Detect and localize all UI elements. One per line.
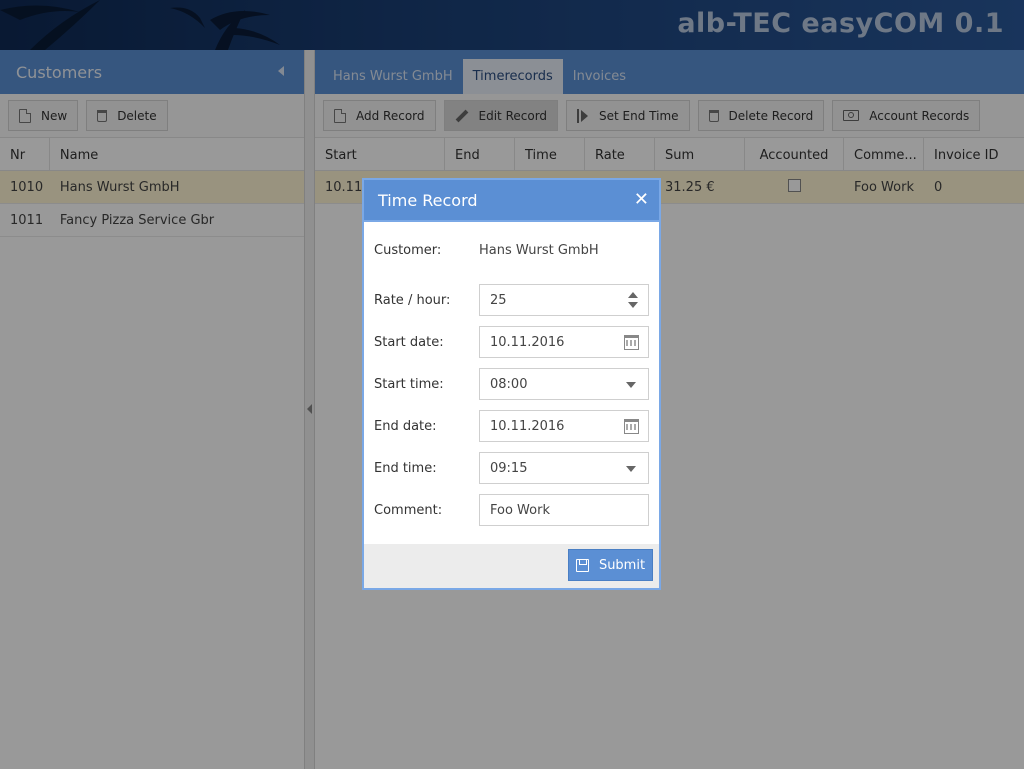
customer-value: Hans Wurst GmbH [479, 242, 599, 258]
end-time-label: End time: [374, 460, 437, 476]
comment-row: Comment: Foo Work [374, 494, 650, 526]
submit-button[interactable]: Submit [568, 549, 653, 581]
calendar-icon[interactable] [624, 335, 639, 350]
rate-value: 25 [490, 292, 507, 308]
comment-value: Foo Work [490, 502, 550, 518]
start-date-value: 10.11.2016 [490, 334, 565, 350]
end-date-value: 10.11.2016 [490, 418, 565, 434]
comment-label: Comment: [374, 502, 443, 518]
rate-input[interactable]: 25 [479, 284, 649, 316]
start-date-row: Start date: 10.11.2016 [374, 326, 650, 358]
end-date-label: End date: [374, 418, 437, 434]
dialog-title: Time Record [378, 191, 478, 210]
floppy-disk-icon [575, 558, 589, 572]
end-date-input[interactable]: 10.11.2016 [479, 410, 649, 442]
start-time-select[interactable]: 08:00 [479, 368, 649, 400]
start-date-label: Start date: [374, 334, 444, 350]
customer-row: Customer: Hans Wurst GmbH [374, 234, 650, 266]
end-date-row: End date: 10.11.2016 [374, 410, 650, 442]
rate-label: Rate / hour: [374, 292, 451, 308]
dialog-header: Time Record ✕ [364, 180, 659, 222]
submit-button-label: Submit [598, 557, 646, 573]
rate-row: Rate / hour: 25 [374, 284, 650, 316]
close-icon[interactable]: ✕ [634, 189, 649, 210]
start-date-input[interactable]: 10.11.2016 [479, 326, 649, 358]
end-time-row: End time: 09:15 [374, 452, 650, 484]
end-time-select[interactable]: 09:15 [479, 452, 649, 484]
time-record-dialog: Time Record ✕ Customer: Hans Wurst GmbH … [362, 178, 661, 590]
comment-input[interactable]: Foo Work [479, 494, 649, 526]
calendar-icon[interactable] [624, 419, 639, 434]
customer-label: Customer: [374, 242, 442, 258]
dialog-footer: Submit [364, 544, 659, 588]
start-time-row: Start time: 08:00 [374, 368, 650, 400]
start-time-value: 08:00 [490, 376, 528, 392]
start-time-label: Start time: [374, 376, 444, 392]
end-time-value: 09:15 [490, 460, 528, 476]
chevron-down-icon[interactable] [626, 466, 636, 472]
chevron-down-icon[interactable] [626, 382, 636, 388]
spinner-arrows-icon[interactable] [628, 292, 638, 310]
